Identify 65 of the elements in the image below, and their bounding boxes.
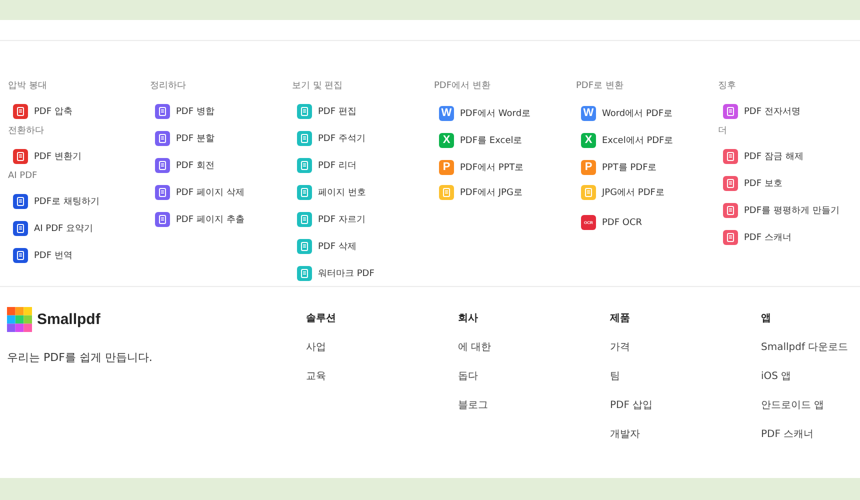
- section-heading: PDF에서 변환: [434, 80, 492, 93]
- tool-link[interactable]: PDF로 채팅하기: [13, 192, 100, 210]
- section-heading: AI PDF: [8, 170, 38, 183]
- tool-link[interactable]: PDF 보호: [723, 174, 782, 192]
- footer-heading: 앱: [761, 312, 771, 326]
- tool-link[interactable]: PDF를 평평하게 만들기: [723, 202, 840, 220]
- tool-link[interactable]: PDF 변환기: [13, 148, 82, 166]
- tool-link[interactable]: PDF 회전: [155, 156, 214, 174]
- tool-link[interactable]: W PDF에서 Word로: [439, 104, 531, 122]
- tool-link[interactable]: P PPT를 PDF로: [581, 158, 657, 176]
- footer-link[interactable]: 사업: [306, 339, 326, 356]
- footer-link[interactable]: PDF 삽입: [610, 397, 653, 414]
- tool-link[interactable]: PDF 분할: [155, 130, 214, 148]
- letter-icon: W: [581, 106, 596, 121]
- tool-link[interactable]: JPG에서 PDF로: [581, 184, 664, 202]
- tool-link[interactable]: AI PDF 요약기: [13, 220, 94, 238]
- footer-heading: 솔루션: [306, 312, 336, 326]
- tool-link[interactable]: X PDF를 Excel로: [439, 132, 522, 150]
- letter-icon: W: [439, 106, 454, 121]
- brand-name: Smallpdf: [37, 311, 100, 328]
- section-heading: 징후: [718, 80, 737, 93]
- footer-link[interactable]: 가격: [610, 339, 630, 356]
- footer-link[interactable]: 돕다: [458, 368, 478, 385]
- tool-link[interactable]: W Word에서 PDF로: [581, 104, 673, 122]
- tagline: 우리는 PDF를 쉽게 만듭니다.: [7, 350, 154, 365]
- tool-link[interactable]: PDF 편집: [297, 102, 356, 120]
- letter-icon: X: [439, 133, 454, 148]
- footer-link[interactable]: PDF 스캐너: [761, 426, 814, 443]
- tool-link[interactable]: X Excel에서 PDF로: [581, 132, 674, 150]
- section-heading: 정리하다: [150, 80, 187, 93]
- tool-link[interactable]: PDF 번역: [13, 246, 72, 264]
- letter-icon: P: [581, 160, 596, 175]
- footer-link[interactable]: 교육: [306, 368, 326, 385]
- tool-link[interactable]: PDF 잠금 해제: [723, 148, 804, 166]
- tool-link[interactable]: 워터마크 PDF: [297, 264, 374, 282]
- tool-link[interactable]: PDF 압축: [13, 102, 72, 120]
- tool-link[interactable]: PDF 주석기: [297, 130, 366, 148]
- footer-heading: 회사: [458, 312, 478, 326]
- tool-link[interactable]: PDF 스캐너: [723, 228, 792, 246]
- footer-link[interactable]: 팀: [610, 368, 620, 385]
- logo-icon: [7, 307, 32, 332]
- tool-link[interactable]: 페이지 번호: [297, 184, 366, 202]
- section-heading: 보기 및 편집: [292, 80, 344, 93]
- tool-link[interactable]: PDF 자르기: [297, 210, 366, 228]
- tool-link[interactable]: PDF에서 JPG로: [439, 184, 522, 202]
- tool-link[interactable]: PDF 페이지 추출: [155, 210, 244, 228]
- tool-link[interactable]: P PDF에서 PPT로: [439, 158, 524, 176]
- section-heading: PDF로 변환: [576, 80, 624, 93]
- footer-link[interactable]: Smallpdf 다운로드: [761, 339, 848, 356]
- tool-link[interactable]: PDF 페이지 삭제: [155, 184, 244, 202]
- section-heading: 압박 봉대: [8, 80, 48, 93]
- footer-link[interactable]: 에 대한: [458, 339, 492, 356]
- footer-link[interactable]: 안드로이드 앱: [761, 397, 824, 414]
- footer-link[interactable]: iOS 앱: [761, 368, 792, 385]
- tool-link[interactable]: PDF 삭제: [297, 238, 356, 256]
- section-heading: 더: [718, 125, 728, 138]
- footer-heading: 제품: [610, 312, 630, 326]
- footer-link[interactable]: 블로그: [458, 397, 488, 414]
- tool-link[interactable]: PDF 리더: [297, 156, 356, 174]
- tool-link[interactable]: PDF 전자서명: [723, 102, 800, 120]
- letter-icon: X: [581, 133, 596, 148]
- section-heading: 전환하다: [8, 125, 45, 138]
- footer-link[interactable]: 개발자: [610, 426, 640, 443]
- tool-link[interactable]: PDF 병합: [155, 102, 214, 120]
- letter-icon: P: [439, 160, 454, 175]
